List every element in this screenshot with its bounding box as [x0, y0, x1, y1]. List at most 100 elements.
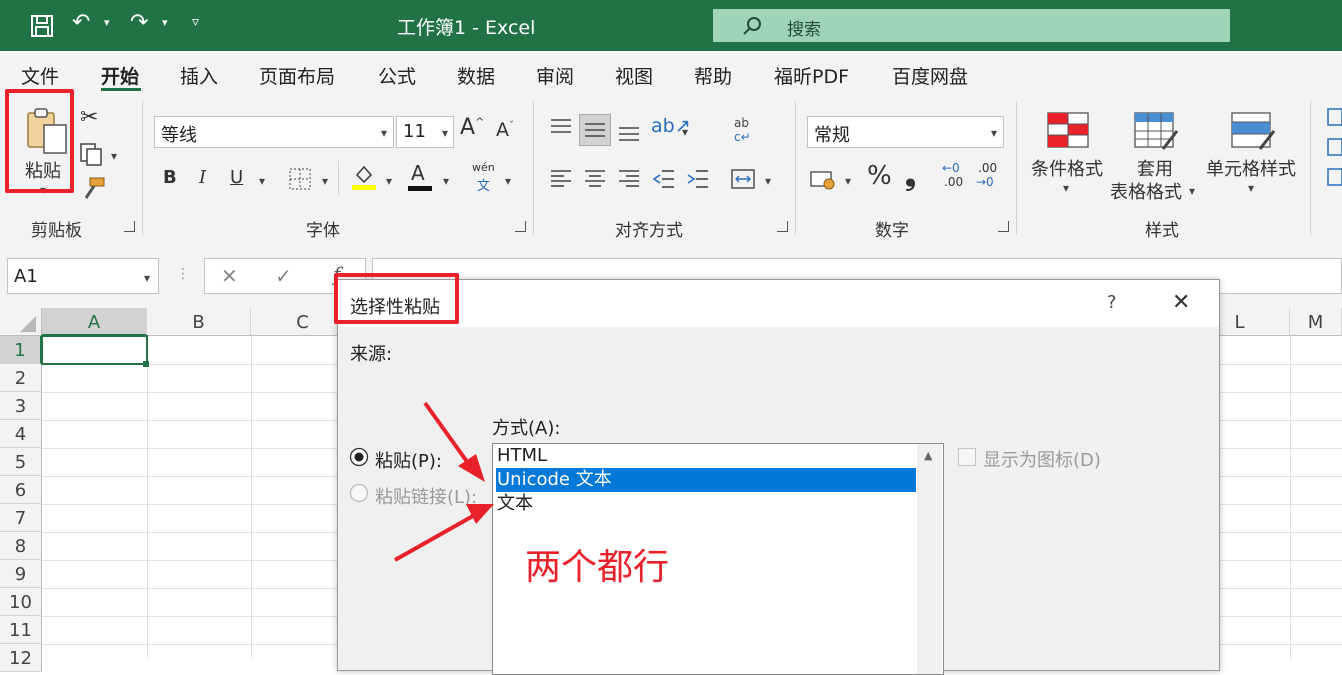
orientation-dropdown-icon[interactable]: ▾ — [682, 125, 688, 139]
number-launcher-icon[interactable] — [998, 221, 1009, 232]
align-right-icon[interactable] — [617, 167, 641, 191]
font-name-dropdown-icon[interactable]: ▾ — [381, 126, 387, 140]
borders-icon[interactable] — [288, 167, 312, 191]
italic-button[interactable]: I — [199, 167, 206, 188]
undo-icon[interactable]: ↶ — [72, 10, 90, 35]
borders-dropdown-icon[interactable]: ▾ — [322, 174, 328, 188]
accounting-format-icon[interactable] — [809, 167, 837, 191]
select-all-button[interactable] — [0, 308, 42, 336]
row-header-4[interactable]: 4 — [0, 420, 42, 448]
row-header-8[interactable]: 8 — [0, 532, 42, 560]
undo-dropdown-icon[interactable]: ▾ — [104, 16, 110, 29]
fill-color-icon[interactable] — [351, 163, 377, 191]
enter-icon[interactable]: ✓ — [275, 264, 292, 288]
column-header-b[interactable]: B — [147, 308, 251, 336]
help-button[interactable]: ? — [1107, 292, 1117, 313]
percent-button[interactable]: % — [867, 161, 892, 191]
underline-dropdown-icon[interactable]: ▾ — [259, 174, 265, 188]
phonetic-dropdown-icon[interactable]: ▾ — [505, 174, 511, 188]
tab-baidu-netdisk[interactable]: 百度网盘 — [892, 62, 968, 89]
row-header-3[interactable]: 3 — [0, 392, 42, 420]
cells-group-icons[interactable] — [1326, 107, 1342, 197]
wrap-text-icon[interactable]: ab c↵ — [732, 115, 758, 145]
save-icon[interactable] — [30, 14, 54, 38]
cell-styles-dropdown-icon[interactable]: ▾ — [1248, 181, 1254, 195]
tab-file[interactable]: 文件 — [21, 62, 59, 89]
font-size-dropdown-icon[interactable]: ▾ — [442, 126, 448, 140]
decrease-indent-icon[interactable] — [652, 167, 676, 191]
align-middle-button[interactable] — [579, 114, 611, 146]
increase-decimal-button[interactable]: ←0 .00 — [942, 161, 968, 193]
cancel-icon[interactable]: ✕ — [221, 264, 238, 288]
search-box[interactable]: 搜索 — [713, 9, 1230, 42]
conditional-formatting-label[interactable]: 条件格式 — [1031, 155, 1103, 181]
row-header-6[interactable]: 6 — [0, 476, 42, 504]
format-as-table-dropdown-icon[interactable]: ▾ — [1189, 184, 1195, 198]
tab-formulas[interactable]: 公式 — [378, 62, 416, 89]
column-header-a[interactable]: A — [42, 308, 147, 336]
fill-handle[interactable] — [143, 361, 149, 367]
name-box[interactable]: A1 ▾ — [7, 258, 159, 294]
font-color-icon[interactable]: A — [411, 161, 425, 185]
number-format-dropdown-icon[interactable]: ▾ — [991, 126, 997, 140]
row-header-12[interactable]: 12 — [0, 644, 42, 672]
tab-review[interactable]: 审阅 — [536, 62, 574, 89]
row-header-9[interactable]: 9 — [0, 560, 42, 588]
name-box-dropdown-icon[interactable]: ▾ — [144, 271, 150, 285]
row-header-10[interactable]: 10 — [0, 588, 42, 616]
cut-icon[interactable]: ✂ — [80, 105, 98, 130]
format-painter-icon[interactable] — [80, 176, 106, 202]
alignment-launcher-icon[interactable] — [777, 221, 788, 232]
grow-font-icon[interactable]: A^ — [460, 115, 484, 140]
redo-dropdown-icon[interactable]: ▾ — [162, 16, 168, 29]
tab-data[interactable]: 数据 — [457, 62, 495, 89]
cell-styles-icon[interactable] — [1230, 111, 1276, 151]
font-name-box[interactable]: 等线 ▾ — [154, 116, 394, 148]
comma-button[interactable]: ❟ — [905, 159, 916, 193]
customize-toolbar-icon[interactable]: ▿ — [192, 14, 199, 30]
align-bottom-icon[interactable] — [617, 119, 641, 143]
clipboard-launcher-icon[interactable] — [124, 221, 135, 232]
row-header-2[interactable]: 2 — [0, 364, 42, 392]
phonetic-top[interactable]: wén — [472, 161, 495, 174]
list-item-unicode-text[interactable]: Unicode 文本 — [496, 468, 916, 492]
row-header-11[interactable]: 11 — [0, 616, 42, 644]
paste-radio-icon[interactable] — [349, 447, 369, 467]
format-as-table-label-2[interactable]: 表格格式 — [1110, 178, 1182, 204]
merge-dropdown-icon[interactable]: ▾ — [765, 174, 771, 188]
merge-center-icon[interactable] — [730, 167, 756, 191]
column-header-m[interactable]: M — [1290, 308, 1342, 336]
tab-home[interactable]: 开始 — [101, 62, 139, 89]
bold-button[interactable]: B — [163, 167, 177, 188]
tab-page-layout[interactable]: 页面布局 — [259, 62, 335, 89]
listbox-scrollbar[interactable]: ▲ — [917, 444, 942, 674]
copy-dropdown-icon[interactable]: ▾ — [111, 149, 117, 163]
cell-styles-label[interactable]: 单元格样式 — [1206, 155, 1296, 181]
tab-help[interactable]: 帮助 — [694, 62, 732, 89]
list-item-html[interactable]: HTML — [496, 444, 916, 468]
font-color-dropdown-icon[interactable]: ▾ — [443, 174, 449, 188]
align-center-icon[interactable] — [583, 167, 607, 191]
row-header-7[interactable]: 7 — [0, 504, 42, 532]
conditional-formatting-dropdown-icon[interactable]: ▾ — [1063, 181, 1069, 195]
active-cell-a1[interactable] — [41, 335, 148, 365]
font-launcher-icon[interactable] — [515, 221, 526, 232]
number-format-box[interactable]: 常规 ▾ — [807, 116, 1004, 148]
copy-icon[interactable] — [78, 141, 104, 167]
fill-color-dropdown-icon[interactable]: ▾ — [386, 174, 392, 188]
accounting-dropdown-icon[interactable]: ▾ — [845, 174, 851, 188]
list-item-text[interactable]: 文本 — [496, 492, 916, 516]
tab-view[interactable]: 视图 — [615, 62, 653, 89]
align-top-icon[interactable] — [549, 117, 573, 139]
row-header-5[interactable]: 5 — [0, 448, 42, 476]
tab-foxit-pdf[interactable]: 福昕PDF — [774, 62, 849, 89]
increase-indent-icon[interactable] — [686, 167, 710, 191]
align-left-icon[interactable] — [549, 167, 573, 191]
redo-icon[interactable]: ↷ — [130, 10, 148, 35]
shrink-font-icon[interactable]: Aˇ — [496, 119, 514, 141]
decrease-decimal-button[interactable]: .00 →0 — [976, 161, 1002, 193]
tab-insert[interactable]: 插入 — [180, 62, 218, 89]
conditional-formatting-icon[interactable] — [1046, 111, 1090, 149]
font-size-box[interactable]: 11 ▾ — [396, 116, 454, 148]
close-button[interactable]: ✕ — [1172, 290, 1190, 315]
